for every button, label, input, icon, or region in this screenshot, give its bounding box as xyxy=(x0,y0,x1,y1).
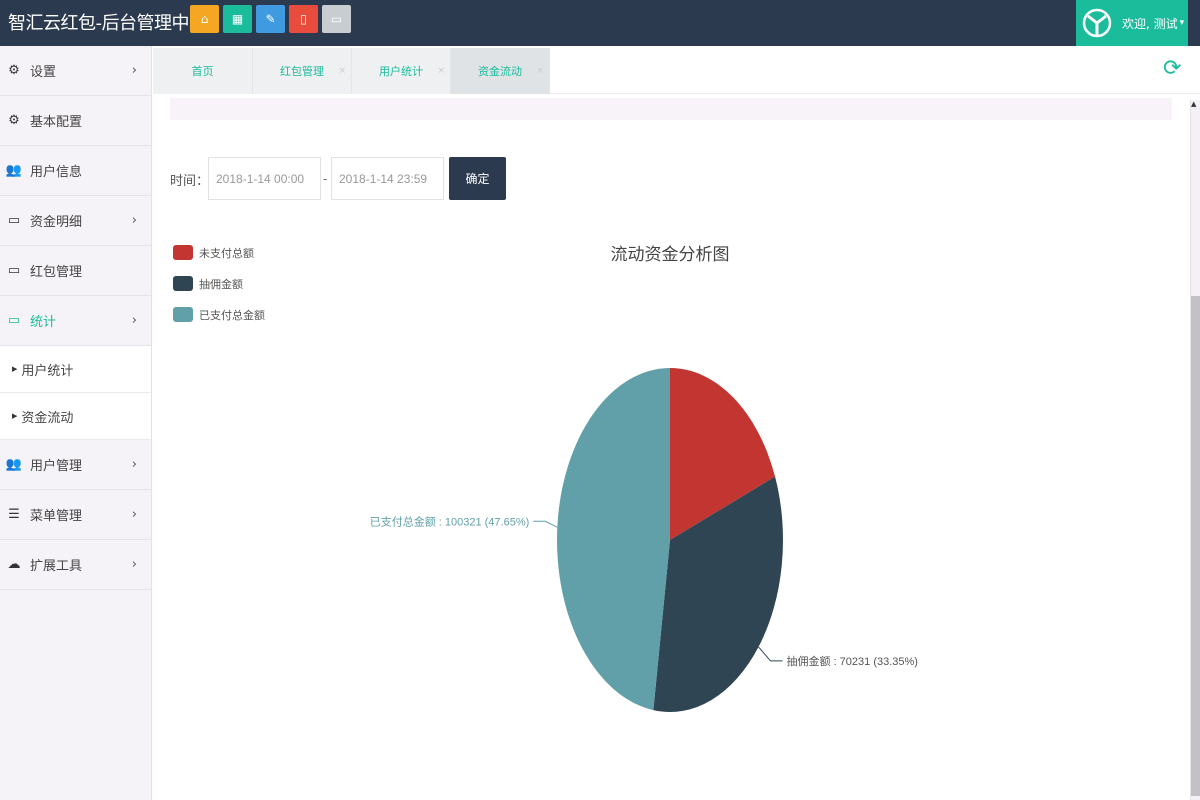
sidebar-item-label: 菜单管理 xyxy=(30,509,83,524)
tab-bar: 首页 红包管理 × 用户统计 × 资金流动 × ⟳ xyxy=(153,48,1200,94)
users-icon: 👥 xyxy=(5,457,23,472)
quick-monitor-button[interactable]: ▭ xyxy=(322,5,351,33)
start-time-input[interactable] xyxy=(208,157,321,200)
bullet-icon: ▶ xyxy=(12,412,18,420)
sidebar-subitem-user-stats[interactable]: ▶ 用户统计 xyxy=(0,346,151,393)
sidebar-subitem-label: 用户统计 xyxy=(21,363,74,379)
desktop-icon: ▭ xyxy=(7,313,21,328)
chevron-right-icon: › xyxy=(131,457,137,472)
user-menu[interactable]: 欢迎, 测试 ▾ xyxy=(1076,0,1188,46)
top-navbar: 智汇云红包-后台管理中心 ⌂ ▦ ✎ ▯ ▭ 欢迎, 测试 ▾ xyxy=(0,0,1200,46)
sidebar-item-label: 扩展工具 xyxy=(30,559,83,574)
pie-slice-paid[interactable] xyxy=(557,368,670,711)
sidebar-item-label: 红包管理 xyxy=(30,265,83,280)
sidebar-item-menu-management[interactable]: ☰ 菜单管理 › xyxy=(0,490,151,540)
chart-legend: 未支付总额 抽佣金额 已支付总金额 xyxy=(173,237,265,330)
date-separator: - xyxy=(323,172,328,186)
tab-label: 首页 xyxy=(191,65,214,78)
sidebar-item-label: 资金明细 xyxy=(30,215,83,230)
list-icon: ☰ xyxy=(8,507,20,522)
sidebar-item-label: 统计 xyxy=(30,315,57,330)
users-icon: 👥 xyxy=(5,163,23,178)
quick-calendar-button[interactable]: ▦ xyxy=(223,5,252,33)
confirm-button[interactable]: 确定 xyxy=(449,157,506,200)
sidebar-item-label: 用户管理 xyxy=(30,459,83,474)
quick-edit-button[interactable]: ✎ xyxy=(256,5,285,33)
label-line xyxy=(533,520,558,528)
cloud-icon: ☁ xyxy=(7,557,21,572)
sidebar-item-user-info[interactable]: 👥 用户信息 xyxy=(0,146,151,196)
sidebar: ⚙ 设置 › ⚙ 基本配置 👥 用户信息 ▭ 资金明细 › ▭ 红包管理 ▭ 统… xyxy=(0,46,152,800)
monitor-icon: ▭ xyxy=(330,12,343,26)
scrollbar-thumb[interactable] xyxy=(1191,296,1200,796)
sidebar-item-basic-config[interactable]: ⚙ 基本配置 xyxy=(0,96,151,146)
sidebar-item-statistics[interactable]: ▭ 统计 › xyxy=(0,296,151,346)
tab-home[interactable]: 首页 xyxy=(153,48,253,94)
sidebar-subitem-fund-flow[interactable]: ▶ 资金流动 xyxy=(0,393,151,440)
tab-label: 红包管理 xyxy=(280,65,324,78)
tab-label: 资金流动 xyxy=(478,65,522,78)
home-icon: ⌂ xyxy=(200,12,209,26)
chevron-right-icon: › xyxy=(131,313,137,328)
desktop-icon: ▭ xyxy=(7,263,21,278)
cogs-icon: ⚙ xyxy=(8,113,20,128)
quick-mobile-button[interactable]: ▯ xyxy=(289,5,318,33)
scroll-up-arrow-icon[interactable]: ▲ xyxy=(1191,100,1196,108)
pie-data-label: 已支付总金额 : 100321 (47.65%) xyxy=(370,514,530,528)
sidebar-item-label: 用户信息 xyxy=(30,165,83,180)
sidebar-item-extensions[interactable]: ☁ 扩展工具 › xyxy=(0,540,151,590)
legend-label: 抽佣金额 xyxy=(199,277,243,291)
legend-swatch xyxy=(173,245,193,260)
sidebar-subitem-label: 资金流动 xyxy=(21,410,74,426)
cogs-icon: ⚙ xyxy=(8,63,20,78)
sidebar-item-user-management[interactable]: 👥 用户管理 › xyxy=(0,440,151,490)
chevron-right-icon: › xyxy=(131,507,137,522)
welcome-text: 欢迎, 测试 xyxy=(1122,16,1178,31)
close-icon[interactable]: × xyxy=(437,66,445,76)
legend-swatch xyxy=(173,276,193,291)
legend-item-commission[interactable]: 抽佣金额 xyxy=(173,268,265,299)
legend-item-unpaid[interactable]: 未支付总额 xyxy=(173,237,265,268)
tab-redpacket-management[interactable]: 红包管理 × xyxy=(253,48,352,94)
end-time-input[interactable] xyxy=(331,157,444,200)
sidebar-item-redpacket[interactable]: ▭ 红包管理 xyxy=(0,246,151,296)
bullet-icon: ▶ xyxy=(12,365,18,373)
label-line xyxy=(758,646,783,662)
mobile-icon: ▯ xyxy=(300,12,307,26)
tab-fund-flow[interactable]: 资金流动 × xyxy=(451,48,550,94)
chevron-right-icon: › xyxy=(131,213,137,228)
tab-user-stats[interactable]: 用户统计 × xyxy=(352,48,451,94)
chart-title: 流动资金分析图 xyxy=(610,245,730,265)
quick-home-button[interactable]: ⌂ xyxy=(190,5,219,33)
sidebar-item-label: 基本配置 xyxy=(30,115,83,130)
calendar-icon: ▦ xyxy=(231,12,244,26)
desktop-icon: ▭ xyxy=(7,213,21,228)
legend-swatch xyxy=(173,307,193,322)
close-icon[interactable]: × xyxy=(338,66,346,76)
pie-data-label: 抽佣金额 : 70231 (33.35%) xyxy=(787,654,918,668)
legend-item-paid[interactable]: 已支付总金额 xyxy=(173,299,265,330)
refresh-icon[interactable]: ⟳ xyxy=(1163,56,1181,81)
close-icon[interactable]: × xyxy=(536,66,544,76)
quick-buttons: ⌂ ▦ ✎ ▯ ▭ xyxy=(190,5,351,33)
sidebar-item-label: 设置 xyxy=(30,65,57,80)
sidebar-item-fund-details[interactable]: ▭ 资金明细 › xyxy=(0,196,151,246)
time-label: 时间： xyxy=(170,174,210,189)
pie-chart: 抽佣金额 : 70231 (33.35%) 已支付总金额 : 100321 (47… xyxy=(370,368,918,712)
app-title: 智汇云红包-后台管理中心 xyxy=(8,13,207,34)
tab-label: 用户统计 xyxy=(379,65,423,78)
content-header-strip xyxy=(170,98,1172,120)
pencil-icon: ✎ xyxy=(265,12,276,26)
legend-label: 未支付总额 xyxy=(199,246,254,260)
chevron-right-icon: › xyxy=(131,557,137,572)
legend-label: 已支付总金额 xyxy=(199,308,265,322)
sidebar-item-settings[interactable]: ⚙ 设置 › xyxy=(0,46,151,96)
chevron-right-icon: › xyxy=(131,63,137,78)
avatar xyxy=(1082,8,1112,38)
caret-down-icon: ▾ xyxy=(1179,18,1185,28)
